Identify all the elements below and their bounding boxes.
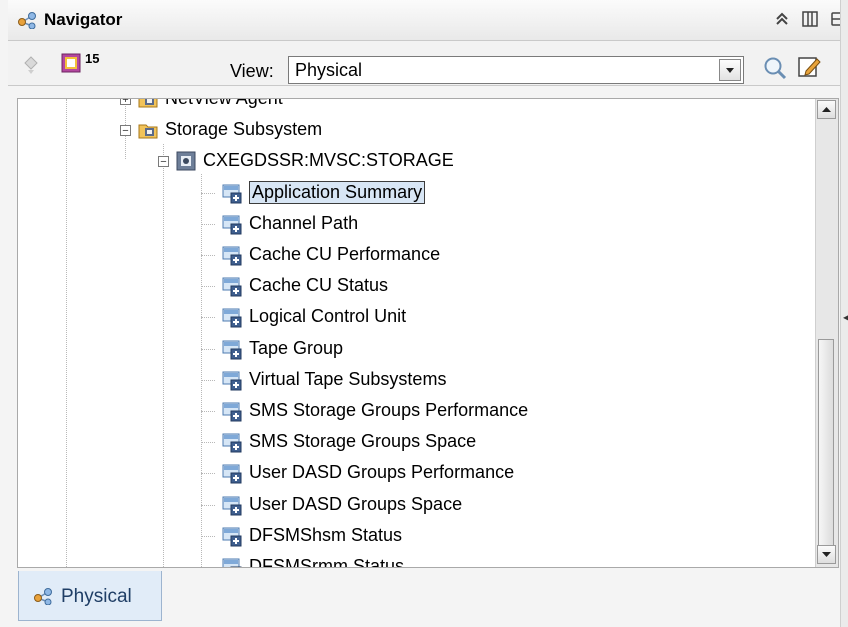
tree-node-label[interactable]: Cache CU Status [249,275,388,296]
folder-icon [138,99,158,108]
tree-node-label[interactable]: Storage Subsystem [165,119,322,140]
workspace-icon [222,371,242,391]
arrow-down-icon [822,552,831,557]
event-count-badge: 15 [85,51,100,66]
tree-node[interactable]: DFSMShsm Status [18,522,818,550]
event-icon[interactable] [60,52,82,74]
tree-node-label[interactable]: Virtual Tape Subsystems [249,369,446,390]
scrollbar-thumb[interactable] [818,339,834,551]
tree-node-label[interactable]: Logical Control Unit [249,306,406,327]
workspace-icon [222,402,242,422]
workspace-icon [222,340,242,360]
tree-node[interactable]: User DASD Groups Space [18,491,818,519]
tab-label: Physical [61,586,132,607]
tree-branch-line [201,286,215,288]
workspace-icon [222,558,242,567]
arrow-up-icon [822,107,831,112]
navigator-title-bar: Navigator [8,0,848,41]
tree-branch-line [201,567,215,568]
tree-node[interactable]: Logical Control Unit [18,303,818,331]
tree-node-label[interactable]: Tape Group [249,338,343,359]
tree-node[interactable]: SMS Storage Groups Performance [18,397,818,425]
vertical-scrollbar[interactable] [815,99,838,567]
view-dropdown-value: Physical [295,60,363,80]
tree-branch-line [201,192,215,195]
tree-node[interactable]: Application Summary [18,179,818,207]
view-dropdown[interactable]: Physical [288,56,744,84]
tree-node[interactable]: Channel Path [18,210,818,238]
refresh-icon[interactable] [20,54,42,76]
tree-node[interactable]: Cache CU Status [18,272,818,300]
tree-node-label[interactable]: Cache CU Performance [249,244,440,265]
workspace-icon [222,215,242,235]
tree-node-label[interactable]: DFSMShsm Status [249,525,402,546]
workspace-icon [222,246,242,266]
tree-node[interactable]: User DASD Groups Performance [18,459,818,487]
scroll-up-button[interactable] [817,100,836,119]
agent-icon [176,151,196,171]
workspace-icon [222,433,242,453]
tree-node-label[interactable]: SMS Storage Groups Space [249,431,476,452]
tree-node[interactable]: − Storage Subsystem [18,116,818,144]
tree-branch-line [201,411,215,413]
tree-node-label[interactable]: DFSMSrmm Status [249,556,404,567]
tree-node-label[interactable]: User DASD Groups Space [249,494,462,515]
tree-node-label[interactable]: NetView Agent [165,99,283,109]
tab-physical[interactable]: Physical [18,571,162,621]
tree-node-label-selected[interactable]: Application Summary [249,180,426,204]
tree-branch-line [201,348,215,351]
tree-node-label[interactable]: User DASD Groups Performance [249,462,514,483]
tree-node[interactable]: Virtual Tape Subsystems [18,366,818,394]
split-vertical-icon[interactable] [801,10,819,28]
tree-node[interactable]: Tape Group [18,335,818,363]
chevron-down-icon [726,68,734,73]
tree-node[interactable]: − CXEGDSSR:MVSC:STORAGE [18,147,818,175]
tree-branch-line [201,317,215,319]
tree-node-label[interactable]: CXEGDSSR:MVSC:STORAGE [203,150,454,171]
collapse-icon[interactable] [773,10,791,28]
workspace-icon [222,496,242,516]
workspace-icon [222,184,242,204]
view-label: View: [230,61,274,81]
navigator-tree[interactable]: + NetView Agent − Storage Subsystem − CXEGDSS… [17,98,839,568]
scroll-down-button[interactable] [817,545,836,564]
tree-branch-line [201,504,215,507]
workspace-icon [222,277,242,297]
workspace-icon [222,308,242,328]
tree-node-label[interactable]: SMS Storage Groups Performance [249,400,528,421]
tree-branch-line [201,473,215,475]
workspace-icon [222,464,242,484]
navigator-icon [18,12,36,29]
panel-title: Navigator [44,10,123,29]
tree-branch-line [201,379,215,382]
search-icon[interactable] [762,55,788,81]
tree-branch-line [201,442,215,444]
tree-node[interactable]: DFSMSrmm Status [18,553,818,568]
collapse-arrow-icon: ◂ [843,310,848,324]
tree-node[interactable]: Cache CU Performance [18,241,818,269]
expand-icon[interactable]: + [120,99,131,106]
navigator-icon [34,588,52,605]
folder-icon [138,124,158,139]
splitter-edge[interactable]: ◂ [840,0,848,627]
tree-branch-line [201,255,215,257]
edit-icon[interactable] [796,54,822,80]
tree-node-label[interactable]: Channel Path [249,213,358,234]
collapse-node-icon[interactable]: − [120,125,131,137]
collapse-node-icon[interactable]: − [158,156,169,168]
tree-node[interactable]: SMS Storage Groups Space [18,428,818,456]
workspace-icon [222,527,242,547]
dropdown-arrow-button[interactable] [719,59,741,81]
tree-node[interactable]: + NetView Agent [18,99,818,113]
tree-branch-line [201,535,215,538]
tree-branch-line [201,223,215,226]
navigator-toolbar: 15 View: Physical [8,41,848,86]
